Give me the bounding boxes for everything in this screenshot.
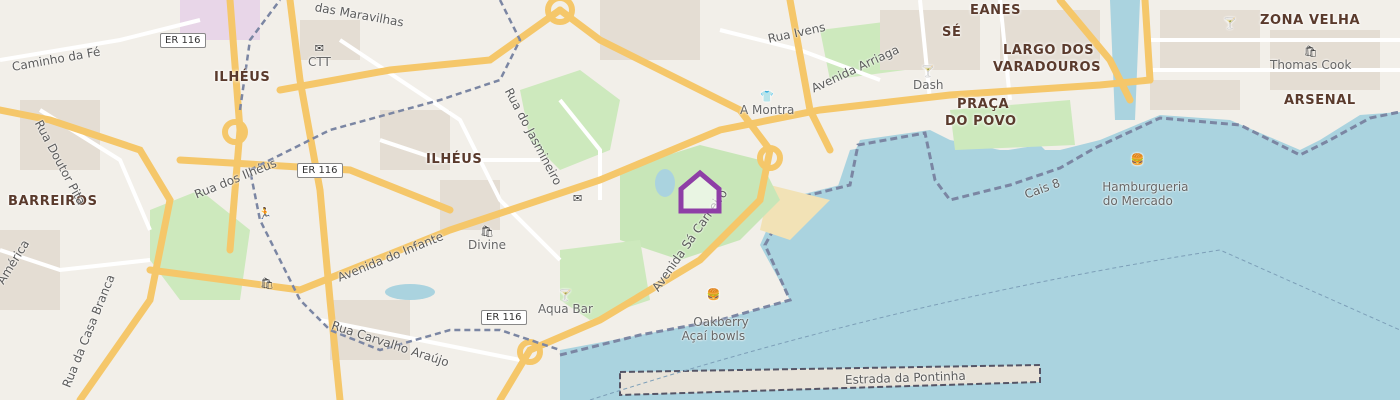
poi-shop-unlabeled[interactable]: 🛍	[260, 278, 274, 290]
poi-post-unlabeled[interactable]: ✉	[573, 193, 582, 205]
district-eanes: EANES	[970, 3, 1022, 18]
district-ilheus: ILHÉUS	[426, 152, 483, 167]
envelope-icon: ✉	[314, 42, 325, 55]
district-do-povo: DO POVO	[945, 114, 1017, 129]
shopping-bag-icon: 🛍	[1303, 45, 1318, 58]
district-zona-velha: ZONA VELHA	[1260, 13, 1361, 28]
pond	[655, 169, 675, 197]
poi-ctt[interactable]: ✉ CTT	[308, 42, 331, 70]
poi-ctt-label: CTT	[308, 55, 331, 69]
clothing-icon: 👕	[760, 90, 775, 103]
envelope-icon: ✉	[573, 192, 583, 205]
poi-dash-label: Dash	[913, 78, 944, 92]
house-marker-icon[interactable]	[677, 169, 723, 215]
route-shield-er116-top: ER 116	[160, 33, 206, 48]
poi-oakberry[interactable]: 🍔 Oakberry Açaí bowls	[678, 261, 749, 357]
district-arsenal: ARSENAL	[1284, 93, 1356, 108]
roundabout-2	[222, 119, 248, 145]
poi-aqua-bar[interactable]: 🍸 Aqua Bar	[538, 289, 593, 317]
cocktail-icon: 🍸	[558, 289, 573, 302]
shopping-bag-icon: 🛍	[480, 225, 494, 238]
cocktail-icon: 🍸	[921, 65, 936, 78]
fitness-icon: 🏃	[258, 207, 272, 220]
fast-food-icon: 🍔	[1130, 153, 1145, 166]
district-largo-dos: LARGO DOS	[1003, 43, 1095, 58]
poi-divine[interactable]: 🛍 Divine	[468, 225, 506, 253]
fast-food-icon: 🍔	[706, 288, 721, 301]
shopping-bag-icon: 🛍	[260, 277, 274, 290]
route-shield-er116-bottom: ER 116	[481, 310, 527, 325]
poi-bar-unlabeled[interactable]: 🍸	[1223, 18, 1237, 30]
poi-oakberry-label: Oakberry Açaí bowls	[681, 315, 749, 343]
route-shield-er116-mid: ER 116	[297, 163, 343, 178]
poi-a-montra-label: A Montra	[740, 103, 795, 117]
poi-a-montra[interactable]: 👕 A Montra	[740, 90, 795, 118]
poi-thomas-cook[interactable]: 🛍 Thomas Cook	[1270, 45, 1352, 73]
district-se: SÉ	[942, 25, 962, 40]
poi-fitness-unlabeled[interactable]: 🏃	[258, 208, 272, 220]
district-ilheus-north: ILHÉUS	[214, 70, 271, 85]
poi-hamburgueria-label: Hamburgueria do Mercado	[1102, 180, 1189, 208]
poi-dash[interactable]: 🍸 Dash	[913, 65, 944, 93]
poi-aqua-bar-label: Aqua Bar	[538, 302, 593, 316]
cocktail-icon: 🍸	[1223, 17, 1237, 30]
poi-divine-label: Divine	[468, 238, 506, 252]
poi-thomas-cook-label: Thomas Cook	[1270, 58, 1352, 72]
map-view[interactable]: ILHÉUS ILHÉUS BARREIROS EANES SÉ LARGO D…	[0, 0, 1400, 400]
district-praca: PRAÇA	[957, 97, 1010, 112]
pool	[385, 284, 435, 300]
district-varadouros: VARADOUROS	[993, 60, 1102, 75]
poi-hamburgueria-do-mercado[interactable]: 🍔 Hamburgueria do Mercado	[1087, 126, 1189, 222]
channel-water	[1110, 0, 1140, 120]
